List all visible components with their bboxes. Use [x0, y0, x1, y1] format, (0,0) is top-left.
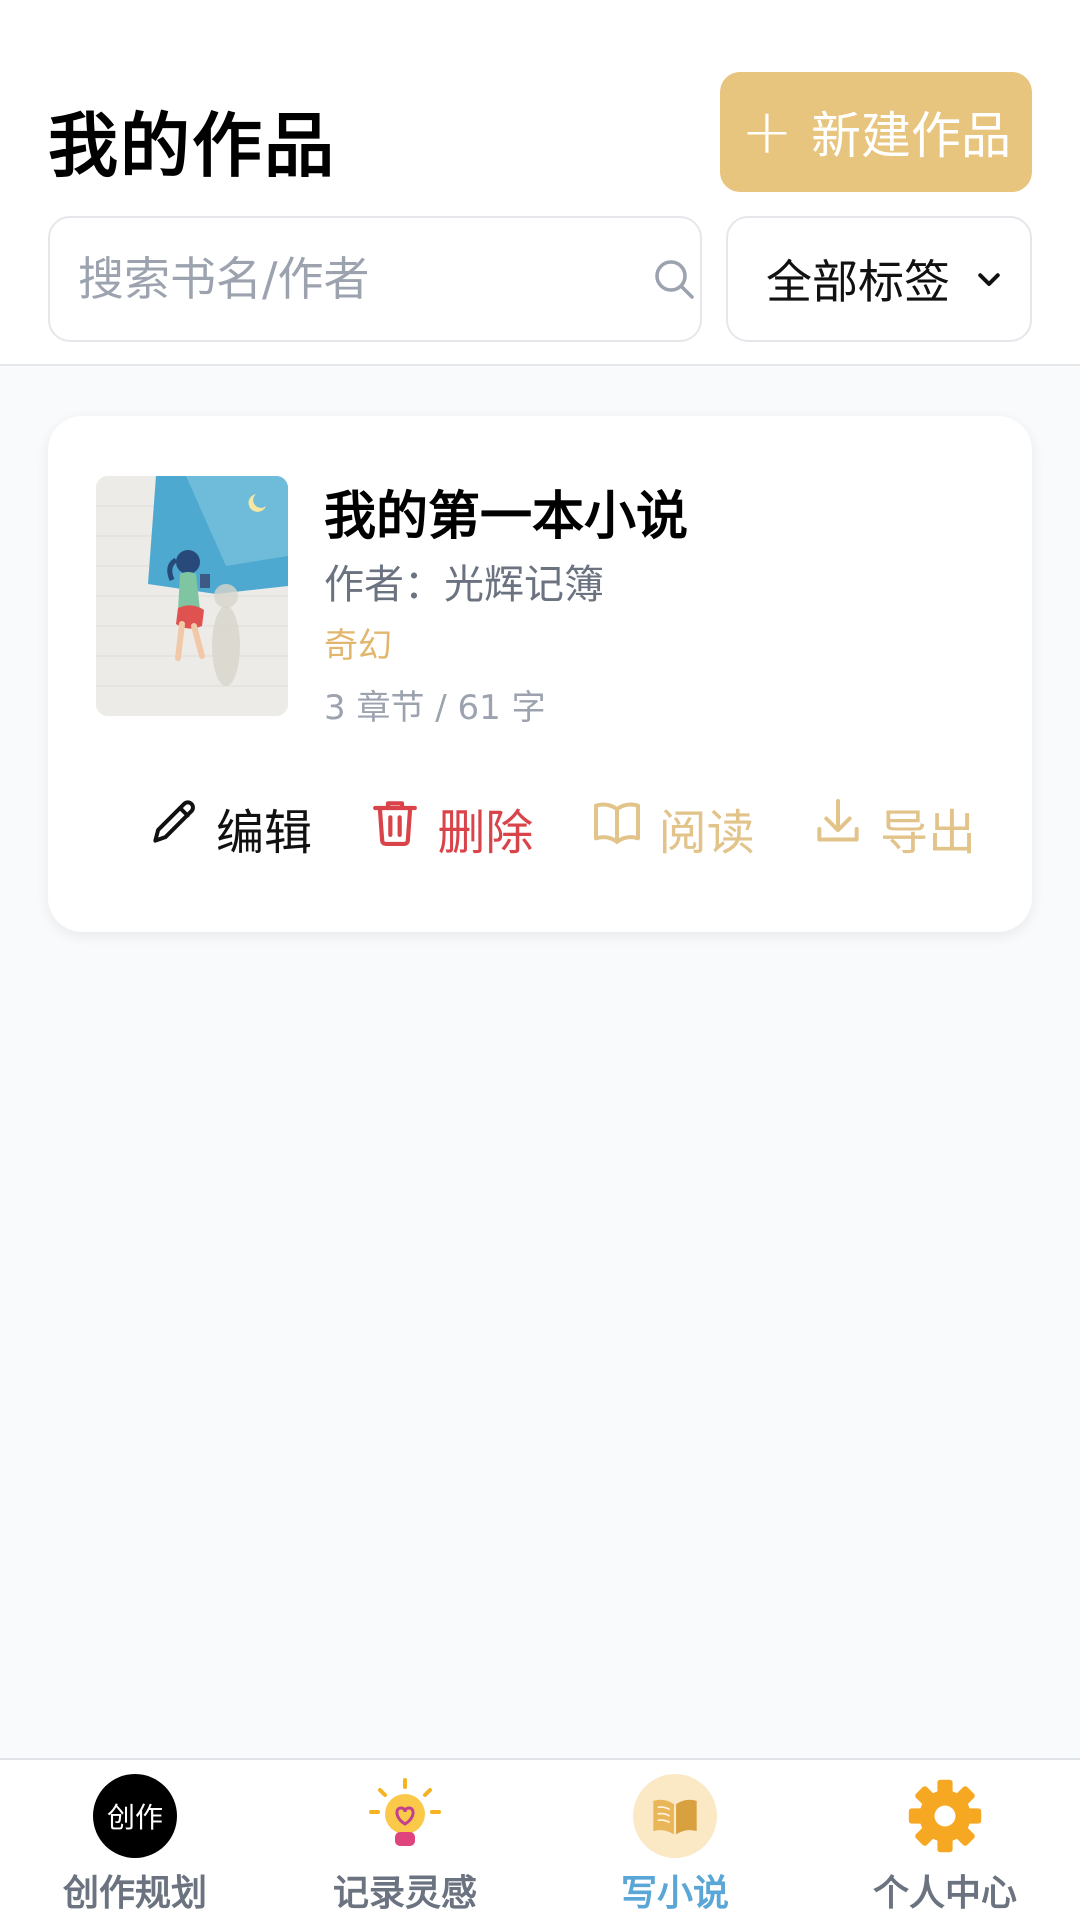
card-actions: 编辑 删除 阅读 导出 — [146, 786, 976, 870]
delete-button-label: 删除 — [437, 805, 534, 861]
search-icon[interactable] — [650, 251, 698, 307]
nav-label: 记录灵感 — [332, 1873, 477, 1914]
read-button[interactable]: 阅读 — [589, 793, 755, 863]
nav-item-creation-plan[interactable]: 创作 创作规划 — [35, 1774, 235, 1920]
page-title: 我的作品 — [48, 105, 336, 187]
book-cover-image[interactable] — [96, 476, 288, 716]
nav-item-profile[interactable]: 个人中心 — [845, 1774, 1045, 1920]
tag-filter-value: 全部标签 — [766, 255, 950, 309]
export-button[interactable]: 导出 — [810, 793, 976, 863]
app-root: 我的作品 + 新建作品 全部标签 — [0, 0, 1080, 1920]
nav-item-write-novel[interactable]: 写小说 — [575, 1774, 775, 1920]
create-badge: 创作 — [93, 1774, 177, 1858]
book-genre-tag: 奇幻 — [324, 626, 392, 666]
gear-icon — [903, 1774, 987, 1858]
export-button-label: 导出 — [879, 805, 976, 861]
book-open-icon — [589, 794, 645, 862]
download-icon — [810, 794, 866, 862]
book-author: 作者：光辉记簿 — [324, 562, 604, 608]
work-card[interactable]: 我的第一本小说 作者：光辉记簿 奇幻 3 章节 / 61 字 编辑 删除 阅读 … — [48, 416, 1032, 932]
new-work-button-label: 新建作品 — [810, 107, 1011, 165]
read-button-label: 阅读 — [658, 805, 755, 861]
open-book-icon — [633, 1774, 717, 1858]
pencil-icon — [146, 794, 202, 862]
lightbulb-icon — [363, 1774, 447, 1858]
new-work-button[interactable]: + 新建作品 — [720, 72, 1032, 192]
header: 我的作品 + 新建作品 全部标签 — [0, 0, 1080, 366]
book-stats: 3 章节 / 61 字 — [324, 688, 546, 728]
nav-item-inspiration[interactable]: 记录灵感 — [305, 1774, 505, 1920]
search-input[interactable] — [78, 252, 650, 306]
delete-button[interactable]: 删除 — [367, 793, 533, 863]
search-box[interactable] — [48, 216, 702, 342]
edit-button[interactable]: 编辑 — [146, 793, 312, 863]
book-title[interactable]: 我的第一本小说 — [324, 474, 688, 549]
bottom-nav: 创作 创作规划 记录灵感 写小说 个人中心 — [0, 1758, 1080, 1920]
plus-icon: + — [741, 95, 793, 168]
edit-button-label: 编辑 — [216, 805, 313, 861]
trash-icon — [367, 794, 423, 862]
tag-filter-select[interactable]: 全部标签 — [726, 216, 1032, 342]
create-badge-icon: 创作 — [93, 1774, 177, 1858]
nav-label: 写小说 — [620, 1873, 729, 1914]
nav-label: 创作规划 — [62, 1873, 207, 1914]
nav-label: 个人中心 — [872, 1873, 1017, 1914]
chevron-down-icon — [974, 262, 1008, 296]
